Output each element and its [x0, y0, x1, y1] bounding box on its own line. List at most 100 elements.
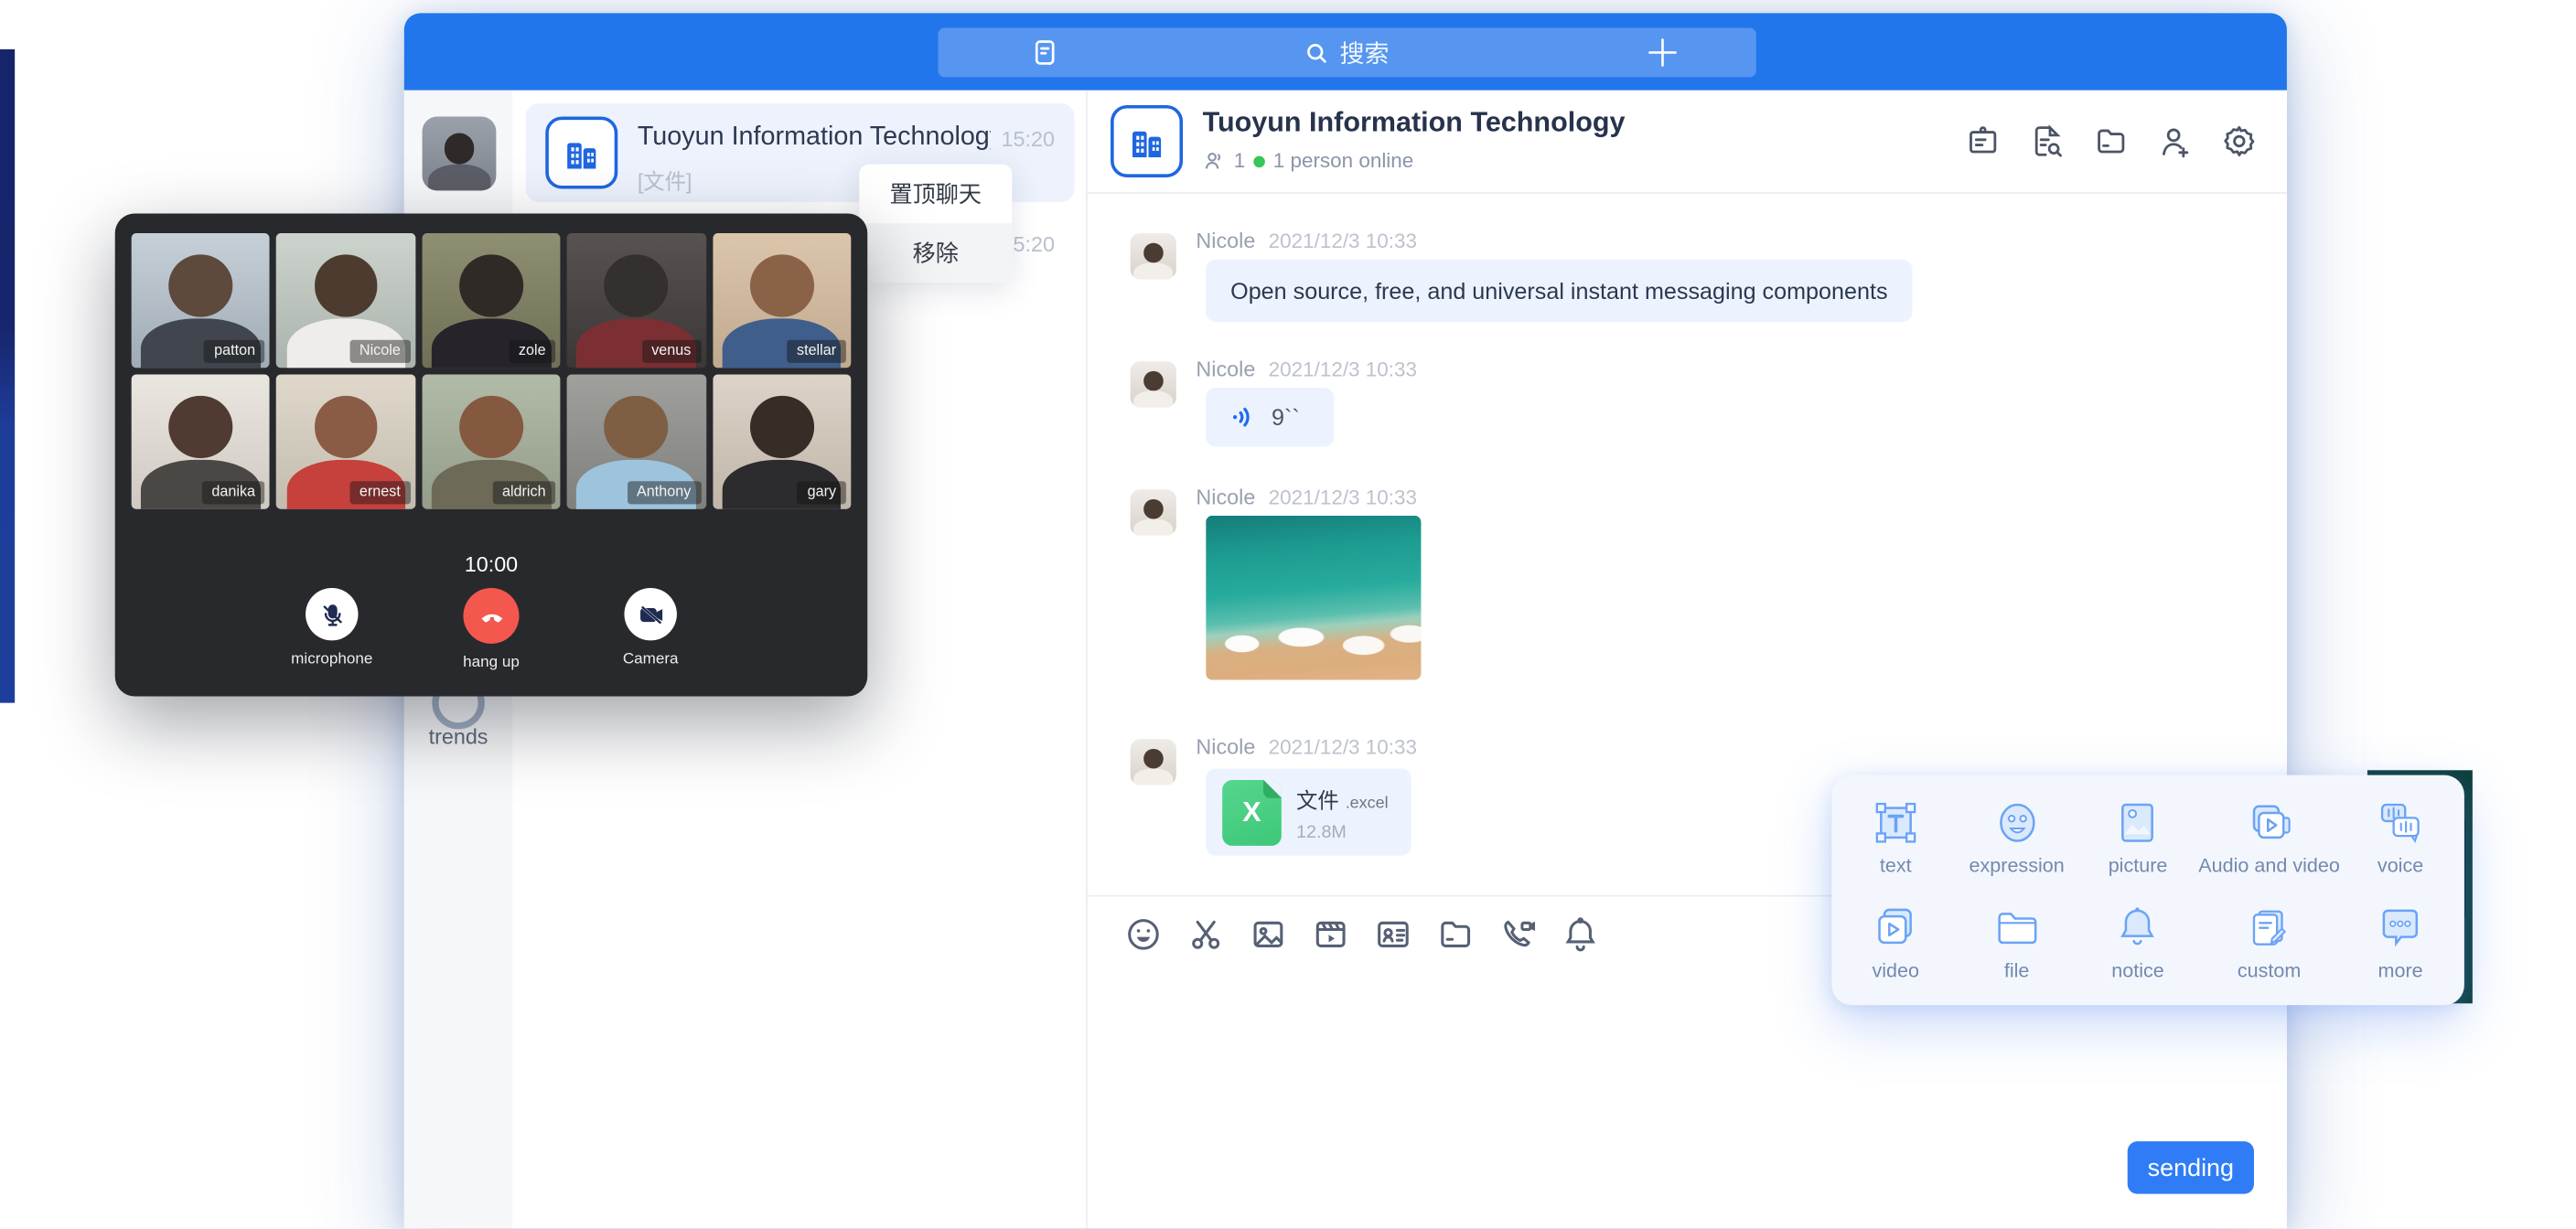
- notice-icon: [2113, 903, 2163, 953]
- call-participant-tile: danika: [132, 374, 271, 508]
- menu-item-pin-chat[interactable]: 置顶聊天: [859, 165, 1012, 224]
- group-avatar-icon: [1111, 105, 1183, 177]
- picture-icon: [2113, 798, 2163, 848]
- conversation-title: Tuoyun Information Technology: [638, 123, 991, 153]
- camera-toggle-button[interactable]: [624, 588, 676, 640]
- file-icon: [1992, 903, 2042, 953]
- popup-item-video[interactable]: video: [1835, 890, 1956, 995]
- send-picture-icon[interactable]: [1249, 914, 1288, 953]
- message-type-popup: text expression picture: [1831, 775, 2463, 1005]
- participant-name: stellar: [787, 340, 846, 363]
- search-placeholder: 搜索: [1340, 36, 1390, 70]
- chat-history-search-icon[interactable]: [2029, 123, 2066, 160]
- screenshot-scissors-icon[interactable]: [1186, 914, 1226, 953]
- call-participant-tile: venus: [567, 233, 706, 368]
- call-participant-tile: zole: [422, 233, 561, 368]
- add-icon[interactable]: [1645, 35, 1681, 71]
- sender-avatar[interactable]: [1131, 739, 1176, 785]
- trends-label[interactable]: trends: [404, 724, 513, 749]
- text-message-bubble[interactable]: Open source, free, and universal instant…: [1206, 260, 1912, 322]
- search-bar[interactable]: 搜索: [938, 28, 1755, 78]
- search-field[interactable]: 搜索: [938, 28, 1755, 78]
- custom-icon: [2245, 903, 2294, 953]
- popup-item-custom[interactable]: custom: [2198, 890, 2340, 995]
- announcement-icon[interactable]: [1965, 123, 2002, 160]
- popup-item-notice[interactable]: notice: [2077, 890, 2198, 995]
- menu-item-remove[interactable]: 移除: [859, 223, 1012, 283]
- call-participant-tile: stellar: [713, 233, 852, 368]
- sender-name: Nicole: [1196, 485, 1255, 509]
- popup-item-picture[interactable]: picture: [2077, 785, 2198, 890]
- more-icon: [2376, 903, 2425, 953]
- call-participant-tile: Anthony: [567, 374, 706, 508]
- call-participant-tile: patton: [132, 233, 271, 368]
- send-file-icon[interactable]: [1436, 914, 1476, 953]
- emoji-icon[interactable]: [1123, 914, 1163, 953]
- online-dot: [1253, 155, 1265, 167]
- settings-gear-icon[interactable]: [2221, 123, 2258, 160]
- mic-off-icon: [318, 600, 347, 628]
- popup-item-more[interactable]: more: [2340, 890, 2461, 995]
- message-time: 2021/12/3 10:33: [1269, 230, 1417, 252]
- sender-name: Nicole: [1196, 229, 1255, 253]
- call-participant-tile: gary: [713, 374, 852, 508]
- call-participant-tile: aldrich: [422, 374, 561, 508]
- call-participant-tile: Nicole: [276, 233, 415, 368]
- voice-wave-icon: [1229, 402, 1258, 432]
- popup-item-voice[interactable]: voice: [2340, 785, 2461, 890]
- participant-name: venus: [641, 340, 701, 363]
- video-call-icon[interactable]: [1498, 914, 1538, 953]
- sender-name: Nicole: [1196, 734, 1255, 759]
- message-time: 2021/12/3 10:33: [1269, 486, 1417, 509]
- add-member-icon[interactable]: [2157, 123, 2194, 160]
- video-icon: [1871, 903, 1920, 953]
- chat-header: Tuoyun Information Technology 1 1 person…: [1088, 91, 2287, 194]
- sender-avatar[interactable]: [1131, 233, 1176, 279]
- voice-message-bubble[interactable]: 9``: [1206, 388, 1334, 447]
- camera-label: Camera: [623, 650, 679, 668]
- microphone-label: microphone: [291, 650, 372, 668]
- microphone-mute-button[interactable]: [306, 588, 358, 640]
- message-time: 2021/12/3 10:33: [1269, 736, 1417, 759]
- expression-icon: [1992, 798, 2042, 848]
- hang-up-icon: [476, 600, 507, 631]
- file-message-bubble[interactable]: X 文件 .excel 12.8M: [1206, 768, 1411, 855]
- popup-item-expression[interactable]: expression: [1956, 785, 2077, 890]
- user-avatar[interactable]: [423, 117, 497, 191]
- camera-off-icon: [637, 600, 665, 628]
- member-count: 1: [1234, 149, 1245, 172]
- popup-item-audio-video[interactable]: Audio and video: [2198, 785, 2340, 890]
- send-button[interactable]: sending: [2128, 1141, 2254, 1193]
- page: 搜索 trends: [0, 0, 2576, 1228]
- contact-card-icon[interactable]: [1373, 914, 1412, 953]
- files-icon[interactable]: [2093, 123, 2130, 160]
- online-status: 1 person online: [1273, 149, 1414, 172]
- message-meta: Nicole 2021/12/3 10:33: [1196, 483, 1417, 512]
- popup-item-text[interactable]: text: [1835, 785, 1956, 890]
- top-bar: 搜索: [404, 13, 2287, 90]
- image-message-beach[interactable]: [1206, 516, 1421, 680]
- notification-bell-icon[interactable]: [1561, 914, 1600, 953]
- excel-file-icon: X: [1222, 779, 1282, 845]
- send-video-icon[interactable]: [1311, 914, 1350, 953]
- hang-up-button[interactable]: [463, 588, 519, 644]
- participant-name: patton: [204, 340, 265, 363]
- voice-icon: [2376, 798, 2425, 848]
- sender-avatar[interactable]: [1131, 361, 1176, 407]
- sender-avatar[interactable]: [1131, 489, 1176, 535]
- audio-video-icon: [2245, 798, 2294, 848]
- sender-name: Nicole: [1196, 357, 1255, 381]
- context-menu: 置顶聊天 移除: [859, 165, 1012, 283]
- text-icon: [1871, 798, 1920, 848]
- participant-name: danika: [202, 481, 265, 504]
- group-avatar-icon: [545, 117, 617, 189]
- file-size: 12.8M: [1296, 822, 1389, 842]
- chat-status: 1 1 person online: [1203, 149, 1414, 172]
- participant-name: gary: [798, 481, 846, 504]
- file-meta: 文件 .excel 12.8M: [1296, 783, 1389, 842]
- popup-item-file[interactable]: file: [1956, 890, 2077, 995]
- background-decoration-left: [0, 49, 15, 703]
- message-meta: Nicole2021/12/3 10:33: [1196, 355, 1417, 384]
- conversation-time: 15:20: [1002, 126, 1055, 151]
- chat-panel: Tuoyun Information Technology 1 1 person…: [1088, 91, 2287, 1229]
